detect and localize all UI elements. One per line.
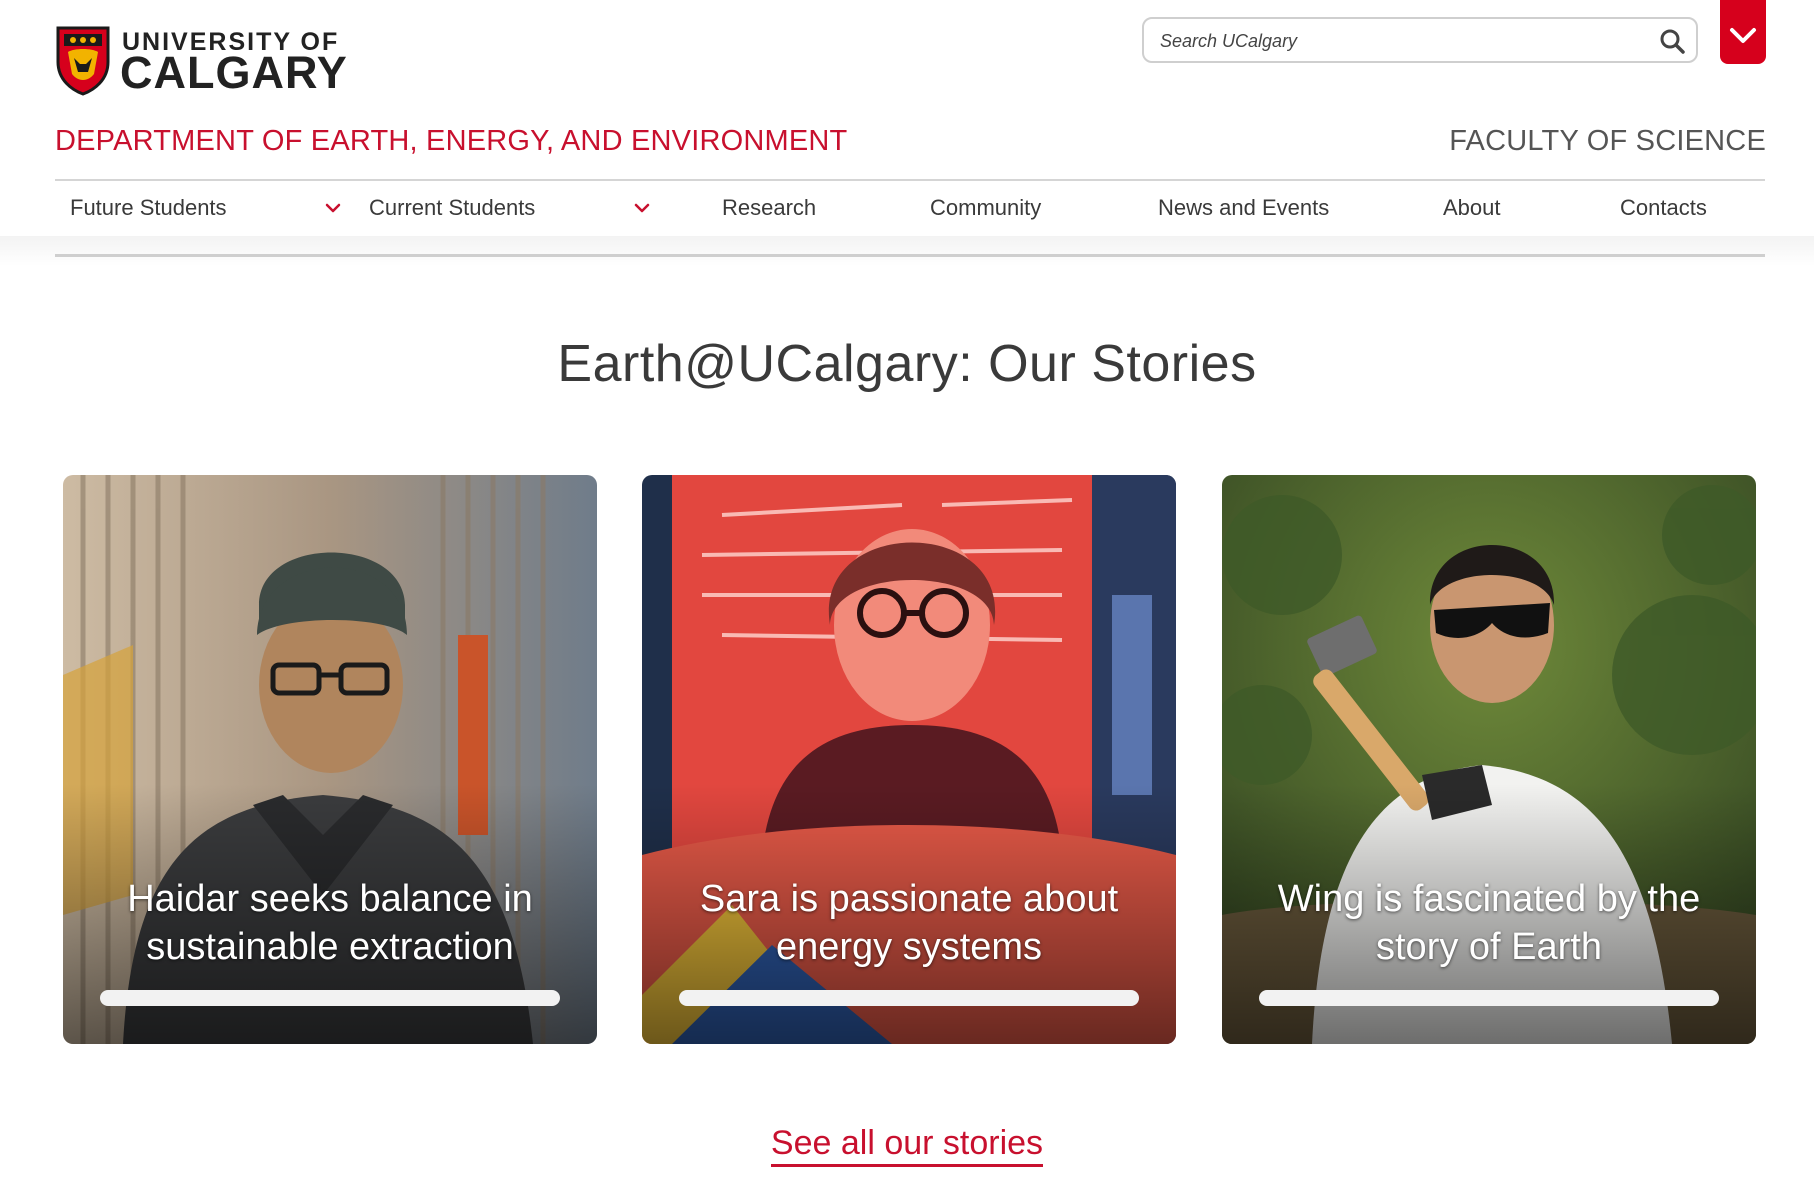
story-card-sara[interactable]: Sara is passionate about energy systems: [642, 475, 1176, 1044]
nav-future-students[interactable]: Future Students: [70, 195, 227, 221]
story-caption: Wing is fascinated by the story of Earth: [1277, 878, 1701, 968]
main-menu-button[interactable]: [1720, 0, 1766, 64]
story-card-wing[interactable]: Wing is fascinated by the story of Earth: [1222, 475, 1756, 1044]
nav-research[interactable]: Research: [722, 195, 816, 221]
story-card-haidar[interactable]: Haidar seeks balance in sustainable extr…: [63, 475, 597, 1044]
card-underline-bar: [679, 990, 1139, 1006]
search-box: [1142, 17, 1698, 63]
search-icon: [1660, 29, 1685, 54]
card-underline-bar: [1259, 990, 1719, 1006]
site-header: UNIVERSITY OF CALGARY DEPARTMENT OF EART…: [0, 0, 1814, 236]
see-all-stories-link[interactable]: See all our stories: [770, 1124, 1044, 1167]
nav-bottom-divider: [55, 254, 1765, 257]
section-title: Earth@UCalgary: Our Stories: [557, 335, 1257, 393]
card-underline-bar: [100, 990, 560, 1006]
future-students-chevron-down-icon[interactable]: [323, 199, 343, 219]
header-shadow-band: [0, 236, 1814, 266]
nav-news-and-events[interactable]: News and Events: [1158, 195, 1329, 221]
university-logo[interactable]: UNIVERSITY OF CALGARY: [54, 24, 347, 96]
current-students-chevron-down-icon[interactable]: [632, 199, 652, 219]
nav-current-students[interactable]: Current Students: [369, 195, 535, 221]
main-navigation: Future Students Current Students Researc…: [55, 181, 1765, 235]
logo-text-main: CALGARY: [120, 47, 348, 98]
see-all-container: See all our stories: [0, 1124, 1814, 1167]
nav-contacts[interactable]: Contacts: [1620, 195, 1707, 221]
chevron-down-icon: [1730, 28, 1756, 43]
search-input[interactable]: [1158, 26, 1642, 56]
story-caption: Sara is passionate about energy systems: [699, 878, 1119, 968]
story-caption: Haidar seeks balance in sustainable extr…: [127, 878, 533, 968]
nav-about[interactable]: About: [1443, 195, 1501, 221]
nav-community[interactable]: Community: [930, 195, 1041, 221]
search-button[interactable]: [1658, 27, 1686, 55]
university-crest-icon: [56, 26, 110, 96]
faculty-link[interactable]: FACULTY OF SCIENCE: [1449, 125, 1766, 158]
department-title[interactable]: DEPARTMENT OF EARTH, ENERGY, AND ENVIRON…: [55, 125, 847, 158]
